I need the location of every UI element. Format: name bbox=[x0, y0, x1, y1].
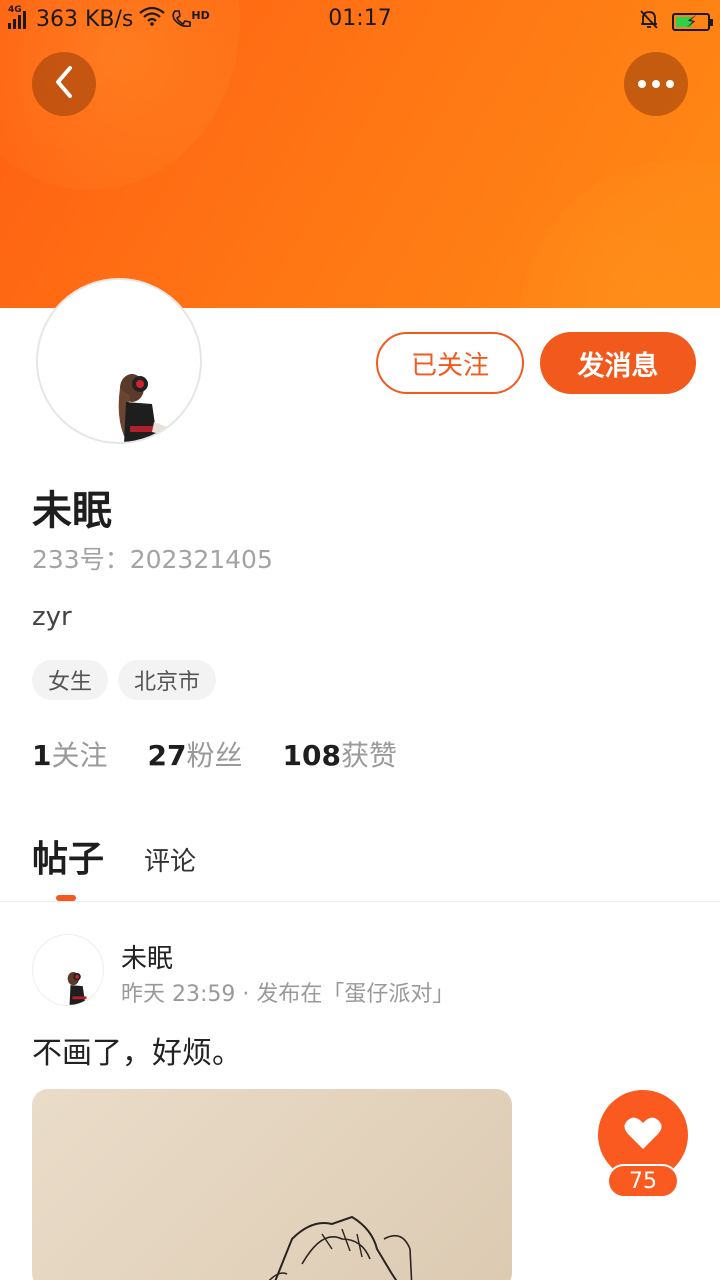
following-count: 1 bbox=[32, 739, 52, 772]
tab-comments[interactable]: 评论 bbox=[144, 841, 196, 882]
likes-stat: 108获赞 bbox=[282, 734, 396, 774]
battery-icon: ⚡ bbox=[672, 12, 713, 31]
profile-banner bbox=[0, 0, 720, 308]
heart-icon bbox=[623, 1115, 663, 1155]
fans-label: 粉丝 bbox=[186, 739, 243, 772]
post-image[interactable] bbox=[32, 1089, 512, 1280]
content-tabs: 帖子 评论 bbox=[32, 830, 196, 882]
mute-bell-icon bbox=[638, 8, 660, 36]
following-stat[interactable]: 1关注 bbox=[32, 734, 108, 774]
send-message-button[interactable]: 发消息 bbox=[540, 332, 696, 394]
chevron-left-icon bbox=[52, 64, 76, 104]
more-dots-icon bbox=[638, 80, 674, 88]
like-count: 75 bbox=[607, 1164, 679, 1198]
following-button[interactable]: 已关注 bbox=[376, 332, 524, 394]
status-bar: 4G 363 KB/s HD 01:17 ⚡ bbox=[0, 0, 720, 40]
profile-avatar[interactable] bbox=[36, 278, 202, 444]
fans-count: 27 bbox=[147, 739, 187, 772]
tab-posts[interactable]: 帖子 bbox=[32, 830, 104, 882]
post-author-name[interactable]: 未眠 bbox=[121, 938, 173, 975]
profile-uid: 233号：202321405 bbox=[32, 545, 273, 574]
divider bbox=[0, 901, 720, 902]
profile-stats: 1关注 27粉丝 108获赞 bbox=[32, 734, 397, 774]
banner-decoration bbox=[520, 160, 720, 308]
tag-location: 北京市 bbox=[118, 660, 217, 700]
back-button[interactable] bbox=[32, 52, 96, 116]
likes-count: 108 bbox=[282, 739, 341, 772]
post-meta: 昨天 23:59 · 发布在「蛋仔派对」 bbox=[121, 982, 455, 1007]
profile-name: 未眠 bbox=[32, 488, 112, 534]
profile-bio: zyr bbox=[32, 602, 72, 632]
avatar-illustration bbox=[118, 374, 170, 442]
avatar-illustration bbox=[67, 972, 87, 1005]
tag-gender: 女生 bbox=[32, 660, 109, 700]
post-author-avatar[interactable] bbox=[32, 934, 104, 1006]
post-text[interactable]: 不画了，好烦。 bbox=[32, 1028, 242, 1072]
following-label: 关注 bbox=[51, 739, 108, 772]
more-options-button[interactable] bbox=[624, 52, 688, 116]
profile-tags: 女生 北京市 bbox=[32, 660, 217, 700]
clock: 01:17 bbox=[328, 6, 392, 31]
fans-stat[interactable]: 27粉丝 bbox=[148, 734, 243, 774]
likes-label: 获赞 bbox=[340, 739, 397, 772]
sketch-drawing bbox=[268, 1215, 413, 1280]
